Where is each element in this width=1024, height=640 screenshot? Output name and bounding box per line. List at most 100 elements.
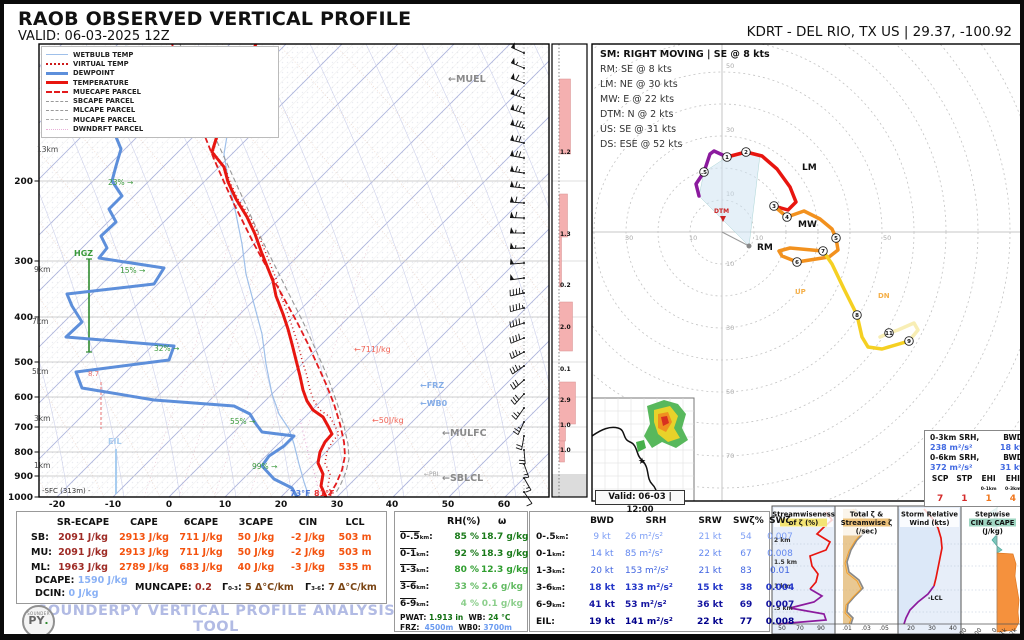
storm-motion-line: SM: RIGHT MOVING | SE @ 8 kts	[600, 47, 770, 62]
stats-row: 0-6km SRH,BWD	[928, 453, 1024, 463]
ring-label: 10	[755, 234, 763, 242]
kinematics-cell: 19 kt	[582, 617, 622, 627]
legend-item: MUECAPE PARCEL	[46, 87, 274, 96]
svg-text:7: 7	[821, 249, 825, 255]
thermo-cell: 2091 J/kg	[51, 530, 115, 545]
lapse-value: 2.9	[560, 397, 571, 404]
stats-row: 238 m²/s²18 kt	[928, 443, 1024, 453]
legend-item: WETBULB TEMP	[46, 50, 274, 59]
thermo-cell: SR-ECAPE	[51, 515, 115, 530]
legend-item: MLCAPE PARCEL	[46, 106, 274, 115]
app-window: RAOB OBSERVED VERTICAL PROFILE VALID: 06…	[0, 0, 1024, 640]
temp-tick: 0	[166, 500, 172, 510]
hodo-label: LM	[802, 163, 817, 173]
skewt-annotation: ←PBL	[424, 471, 441, 478]
map-valid-label: Valid: 06-03 | 12:00	[595, 490, 685, 505]
panel-title: Storm Relative	[901, 511, 958, 519]
kinematics-cell: 21 kt	[690, 566, 730, 576]
legend-label: MLCAPE PARCEL	[73, 106, 135, 114]
pressure-tick: 1000	[8, 493, 33, 503]
legend-label: MUCAPE PARCEL	[73, 116, 136, 124]
thermo-cell: 50 J/kg	[229, 530, 283, 545]
skewt-annotation: ←711J/kg	[354, 345, 391, 354]
svg-text:1: 1	[725, 155, 729, 161]
kinematics-cell: SRW	[690, 516, 730, 526]
temp-tick: 40	[386, 500, 399, 510]
skewt-annotation: ←MULFC	[442, 428, 487, 439]
storm-motion-list: SM: RIGHT MOVING | SE @ 8 ktsRM: SE @ 8 …	[600, 47, 770, 152]
storm-motion-line: US: SE @ 31 kts	[600, 122, 770, 137]
valid-date: VALID: 06-03-2025 12Z	[18, 29, 170, 44]
moisture-table: RH(%)ω0-.5km:85 %18.7 g/kg0-1km:92 %18.3…	[394, 511, 528, 632]
kinematics-cell: 3-6km:	[536, 583, 565, 593]
panel-title: Streamwise ζ	[841, 519, 892, 527]
legend-label: DWNDRFT PARCEL	[73, 125, 143, 133]
ring-label: 10	[726, 260, 734, 268]
skewt-annotation: ←WB0	[420, 399, 448, 408]
legend-line-sample	[46, 54, 68, 55]
kinematics-cell: 38	[733, 583, 759, 593]
logo-main-text: PY.	[24, 616, 53, 626]
ring-label: 10	[689, 234, 697, 242]
height-label: 5km	[32, 367, 48, 376]
kinematics-cell: SWζ%	[733, 516, 759, 526]
thermo-cell	[17, 515, 51, 530]
mini-profile-panels: 2 km1.5 km1 km.5 kmStreamwisenessof ζ (%…	[772, 506, 1024, 634]
panel-tick: .05	[879, 625, 889, 632]
lapse-value: 2.0	[560, 324, 571, 331]
height-label: 3km	[34, 414, 50, 423]
rh-percent-label: 15% →	[120, 266, 145, 275]
stats-row: 372 m²/s²31 kt	[928, 463, 1024, 473]
moisture-row: 92 %	[443, 549, 479, 559]
skewt-annotation: ←FRZ	[420, 381, 444, 390]
kinematics-cell: 133 m²/s²	[625, 583, 687, 593]
moisture-row: 6-9km:	[400, 599, 429, 609]
sounderpy-logo: SOUNDER PY.	[22, 605, 55, 638]
moisture-row: RH(%)	[447, 516, 480, 527]
temp-tick: 60	[498, 500, 511, 510]
legend-item: TEMPERATURE	[46, 78, 274, 87]
surface-label: -SFC (313m) -	[42, 487, 91, 495]
kinematics-cell: 18 kt	[582, 583, 622, 593]
skewt-annotation: 81°F	[314, 489, 335, 498]
legend-label: SBCAPE PARCEL	[73, 97, 134, 105]
storm-motion-line: MW: E @ 22 kts	[600, 92, 770, 107]
panel-title: Wind (kts)	[910, 519, 950, 527]
thermo-cell: 535 m	[333, 560, 377, 575]
ring-label: 30	[625, 234, 633, 242]
moisture-row: 18.7 g/kg	[481, 532, 523, 542]
height-label: 7km	[32, 317, 48, 326]
thermo-cell: 711 J/kg	[173, 530, 229, 545]
lapse-value: 0.1	[560, 366, 571, 373]
moisture-row: 12.3 g/kg	[481, 565, 523, 575]
thermo-extra: MUNCAPE: 0.2	[135, 582, 212, 593]
svg-text:11: 11	[885, 331, 893, 337]
legend-line-sample	[46, 63, 68, 65]
lapse-bar	[560, 79, 571, 154]
kinematics-cell: 67	[733, 549, 759, 559]
thermo-cell: 40 J/kg	[229, 560, 283, 575]
svg-text:5: 5	[834, 236, 838, 242]
panel-ylabel: 1.5 km	[774, 559, 797, 566]
pressure-tick: 500	[14, 358, 33, 368]
thermo-cell: 2913 J/kg	[115, 545, 173, 560]
footer-title: SOUNDERPY VERTICAL PROFILE ANALYSIS TOOL	[16, 603, 416, 635]
hodo-label: MW	[798, 220, 817, 230]
thermo-cell: MU:	[17, 545, 51, 560]
kinematics-cell: 9 kt	[582, 532, 622, 542]
legend-label: MUECAPE PARCEL	[73, 88, 141, 96]
ring-label: 50	[726, 388, 734, 396]
legend-line-sample	[46, 91, 68, 93]
kinematics-cell: 0-.5km:	[536, 532, 569, 542]
pressure-tick: 800	[14, 448, 33, 458]
pressure-tick: 600	[14, 393, 33, 403]
station-star: ★	[638, 457, 646, 467]
kinematics-cell: 0.01	[762, 566, 798, 576]
moisture-row: 4 %	[443, 599, 479, 609]
moisture-row: PWAT: 1.913 in WB: 24 °C	[400, 613, 510, 622]
panel-tick: .03	[861, 625, 871, 632]
panel-title: CIN & CAPE	[971, 519, 1015, 527]
stats-row: 0-3km SRH,BWD	[928, 433, 1024, 443]
moisture-row: 33 %	[443, 582, 479, 592]
legend-label: WETBULB TEMP	[73, 51, 133, 59]
